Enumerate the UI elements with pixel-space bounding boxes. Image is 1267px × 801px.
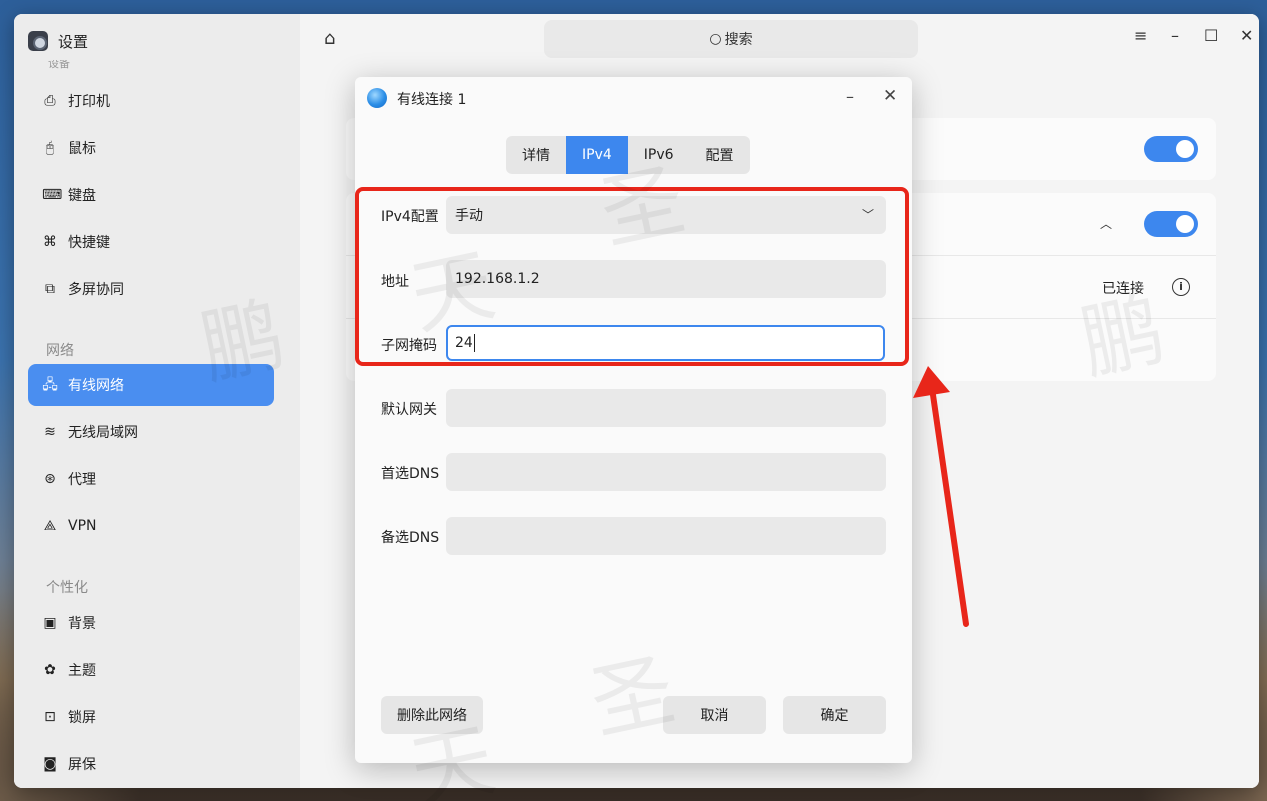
annotation-arrow: [913, 366, 969, 627]
arrow-shaft: [929, 385, 969, 627]
arrow-head: [913, 366, 950, 398]
